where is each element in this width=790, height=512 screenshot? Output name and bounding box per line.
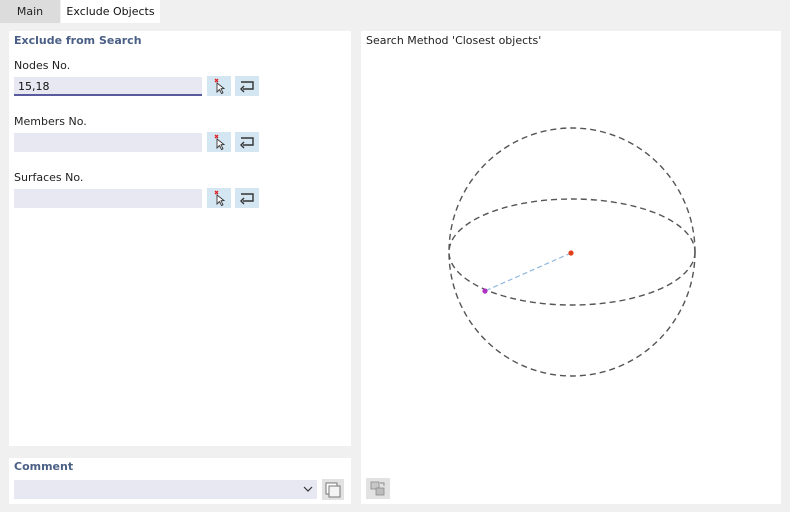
comment-panel: Comment	[9, 458, 351, 504]
comment-title: Comment	[14, 460, 74, 473]
exclude-panel: Exclude from Search Nodes No. 15,18 Memb…	[9, 31, 351, 446]
search-radius-line	[484, 252, 572, 292]
comment-library-button[interactable]	[322, 479, 344, 500]
nearest-object-point	[482, 288, 488, 294]
nodes-reverse-button[interactable]	[235, 76, 259, 96]
view-options-icon	[370, 481, 385, 496]
tab-exclude-objects[interactable]: Exclude Objects	[61, 0, 160, 23]
nodes-pick-button[interactable]	[207, 76, 231, 96]
pick-from-graphic-icon	[214, 190, 226, 207]
surfaces-label: Surfaces No.	[14, 171, 84, 184]
surfaces-input[interactable]	[14, 189, 202, 208]
members-label: Members No.	[14, 115, 87, 128]
comment-combobox[interactable]	[14, 480, 317, 499]
preview-panel: Search Method 'Closest objects'	[361, 31, 781, 504]
exclude-group-title: Exclude from Search	[14, 34, 142, 47]
surfaces-pick-button[interactable]	[207, 188, 231, 208]
reverse-selection-icon	[240, 137, 254, 149]
surfaces-reverse-button[interactable]	[235, 188, 259, 208]
reverse-selection-icon	[240, 193, 254, 205]
chevron-down-icon	[303, 486, 313, 492]
reverse-selection-icon	[240, 81, 254, 93]
preview-options-button[interactable]	[366, 478, 390, 499]
pick-from-graphic-icon	[214, 134, 226, 151]
nodes-label: Nodes No.	[14, 59, 71, 72]
nodes-input[interactable]: 15,18	[14, 77, 202, 96]
members-reverse-button[interactable]	[235, 132, 259, 152]
center-point	[568, 250, 574, 256]
tab-bar: Main Exclude Objects	[0, 0, 790, 23]
members-input[interactable]	[14, 133, 202, 152]
tab-main[interactable]: Main	[0, 0, 60, 23]
members-pick-button[interactable]	[207, 132, 231, 152]
closest-objects-sphere-diagram	[448, 127, 696, 377]
comment-library-icon	[325, 482, 341, 498]
pick-from-graphic-icon	[214, 78, 226, 95]
